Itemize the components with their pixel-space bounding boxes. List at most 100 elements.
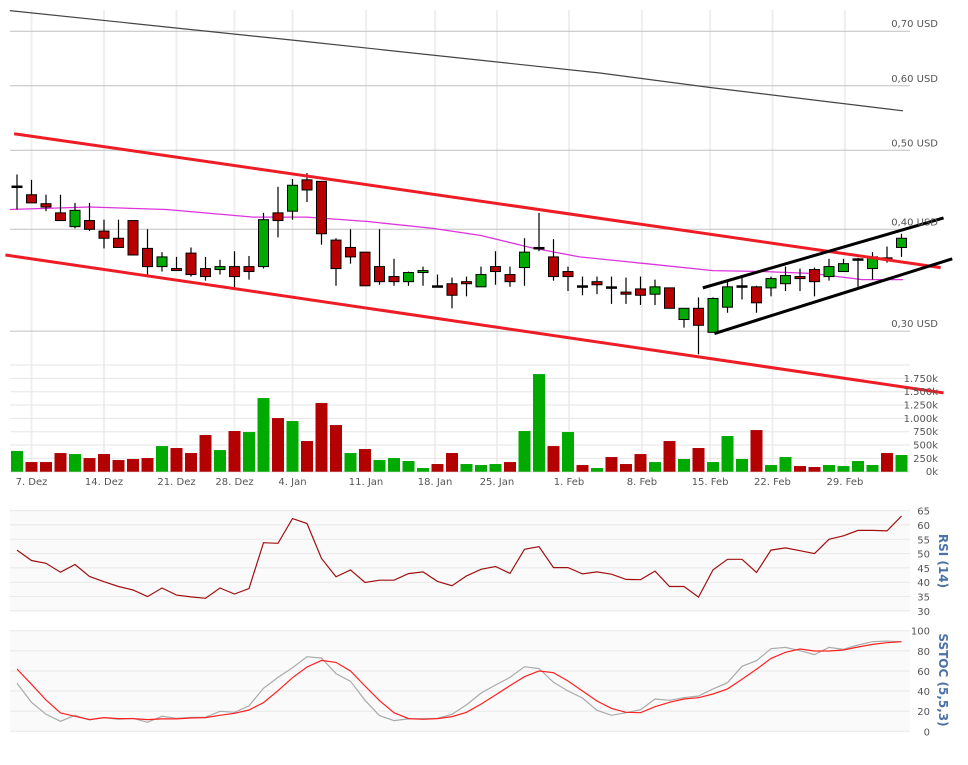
sstoc-tick-label: 20: [917, 707, 930, 718]
sstoc-tick-label: 60: [917, 667, 930, 678]
volume-bar: [620, 464, 632, 472]
candle-body: [214, 266, 226, 271]
price-tick-label: 0,30 USD: [891, 319, 938, 330]
candle-body: [156, 256, 168, 268]
x-tick-label: 1. Feb: [554, 477, 584, 488]
candle-body: [316, 180, 327, 235]
sstoc-tick-label: 100: [911, 627, 930, 638]
candlestick: [591, 276, 603, 295]
candle-body: [258, 219, 269, 268]
volume-bar: [823, 465, 835, 472]
x-tick-label: 4. Jan: [278, 477, 306, 488]
candlestick: [229, 251, 240, 289]
candlestick: [649, 279, 661, 305]
volume-bar: [11, 451, 23, 472]
volume-bar: [25, 462, 38, 472]
volume-bar: [315, 403, 328, 472]
volume-bar: [475, 465, 487, 472]
candle-body: [838, 263, 849, 273]
candlestick: [606, 276, 617, 304]
candlestick: [765, 276, 777, 297]
volume-bar: [286, 421, 299, 472]
candlestick: [475, 266, 487, 288]
price-tick-label: 0,50 USD: [891, 138, 938, 149]
volume-bar: [301, 441, 313, 472]
x-tick-label: 21. Dez: [157, 477, 195, 488]
candle-body: [591, 281, 603, 286]
candlestick: [374, 229, 385, 285]
volume-bar: [518, 431, 531, 472]
candle-body: [359, 251, 371, 287]
price-tick-label: 0,60 USD: [891, 74, 938, 85]
volume-bar: [808, 467, 821, 472]
candle-body: [272, 212, 284, 222]
volume-bar: [156, 446, 168, 472]
candle-body: [113, 237, 124, 248]
stock-chart: 7. Dez 14. Dez 21. Dez 28. Dez 4. Jan 11. Jan…: [5, 10, 953, 738]
volume-tick-label: 0k: [926, 467, 938, 478]
candlestick: [345, 229, 356, 264]
moving-average-line: [9, 10, 904, 112]
indicator-panels: [10, 510, 910, 732]
candle-body: [548, 256, 559, 278]
candle-body: [461, 281, 472, 285]
volume-bar: [605, 457, 618, 472]
volume-bar: [504, 462, 516, 472]
candlestick: [736, 276, 748, 300]
volume-bar: [373, 460, 386, 472]
grid-layer: [10, 10, 910, 473]
candle-body: [185, 252, 197, 276]
volume-bar: [663, 441, 676, 472]
candlestick: [722, 279, 733, 313]
candlestick: [678, 307, 690, 328]
x-tick-label: 18. Jan: [418, 477, 453, 488]
volume-bar: [214, 450, 226, 472]
candle-body: [432, 285, 443, 288]
volume-tick-label: 750k: [913, 427, 938, 438]
candlestick: [635, 276, 646, 305]
candle-body: [374, 266, 385, 283]
volume-bar: [330, 425, 342, 472]
candlestick: [98, 219, 110, 249]
candlestick: [446, 277, 458, 309]
candle-body: [388, 276, 400, 283]
candlestick: [548, 239, 559, 281]
candle-body: [780, 275, 791, 285]
volume-tick-label: 1.750k: [904, 374, 939, 385]
x-tick-label: 11. Jan: [349, 477, 384, 488]
candlestick: [185, 247, 197, 277]
candle-body: [896, 237, 907, 248]
candle-body: [519, 251, 530, 269]
candle-body: [678, 307, 690, 321]
volume-bar: [69, 454, 81, 472]
x-tick-label: 22. Feb: [754, 477, 791, 488]
candlestick: [693, 297, 704, 355]
candlestick: [664, 287, 675, 309]
candle-body: [446, 283, 458, 296]
volume-bar: [489, 464, 502, 472]
volume-bar: [344, 453, 357, 472]
candlestick: [707, 297, 719, 333]
candlestick: [258, 212, 269, 269]
candlestick: [432, 274, 443, 288]
volume-bar: [881, 453, 893, 472]
rsi-panel-title: RSI (14): [936, 534, 950, 588]
candle-body: [417, 270, 429, 274]
volume-bar: [547, 446, 560, 472]
x-tick-label: 14. Dez: [85, 477, 123, 488]
candle-body: [98, 230, 110, 239]
candle-body: [577, 285, 588, 288]
volume-tick-label: 1.500k: [904, 387, 939, 398]
volume-tick-label: 1.250k: [904, 401, 939, 412]
candle-body: [142, 247, 153, 268]
volume-bar: [852, 461, 864, 472]
candle-body: [475, 274, 487, 288]
candlestick: [809, 267, 820, 297]
candlestick: [127, 220, 139, 256]
volume-bar: [272, 418, 284, 472]
candle-body: [765, 278, 777, 289]
volume-bar: [228, 431, 241, 472]
volume-bar: [837, 466, 850, 472]
candle-body: [852, 258, 864, 261]
candle-body: [504, 274, 516, 283]
